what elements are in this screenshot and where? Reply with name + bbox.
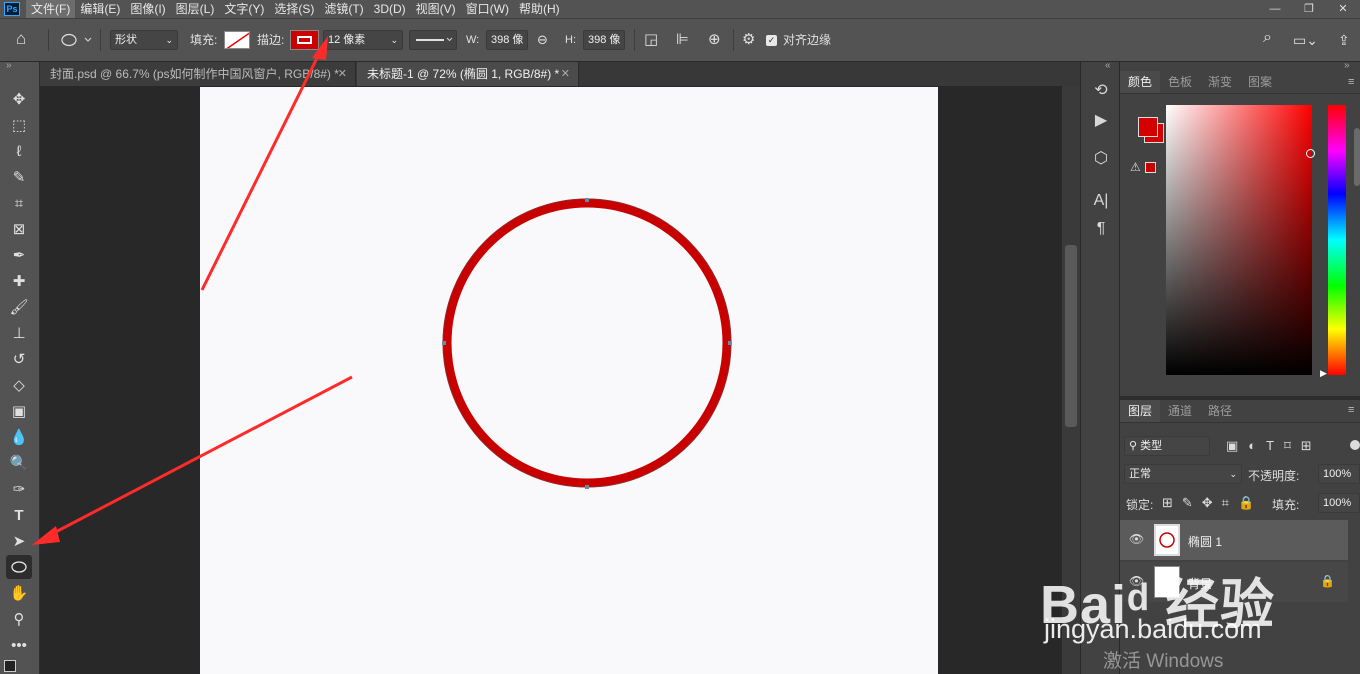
hue-slider[interactable]	[1328, 105, 1346, 375]
scrollbar-thumb[interactable]	[1065, 245, 1077, 427]
filter-kind-value: 类型	[1140, 440, 1163, 452]
paragraph-panel-icon[interactable]: ¶	[1090, 218, 1112, 240]
annotation-arrowhead	[32, 526, 60, 545]
history-panel-icon[interactable]: ⟲	[1090, 80, 1112, 102]
fill-label: 填充:	[1272, 498, 1300, 512]
blend-mode-select[interactable]: 正常 ⌄	[1124, 464, 1242, 484]
anchor-point[interactable]	[442, 341, 446, 345]
annotation-arrow	[200, 51, 322, 291]
foreground-color-swatch[interactable]	[1138, 117, 1158, 137]
color-picker-cursor[interactable]	[1306, 149, 1315, 158]
panel-menu-icon[interactable]: ≡	[1348, 404, 1354, 416]
gamut-swatch[interactable]	[1145, 162, 1156, 173]
layer-thumbnail	[1154, 524, 1180, 556]
activate-windows-notice: 激活 Windows	[1103, 651, 1224, 672]
divider	[1120, 93, 1360, 94]
chevron-down-icon: ⌄	[1229, 469, 1237, 479]
anchor-point[interactable]	[728, 341, 732, 345]
warning-icon: ⚠	[1130, 160, 1141, 174]
ellipse-shape[interactable]	[442, 198, 732, 488]
blend-mode-value: 正常	[1129, 468, 1151, 480]
minimize-button[interactable]: —	[1258, 0, 1292, 18]
layer-filter-icons[interactable]: ▣◐T⌑⊞	[1226, 438, 1322, 454]
tab-channels[interactable]: 通道	[1160, 400, 1200, 422]
close-button[interactable]: ✕	[1326, 0, 1360, 18]
color-picker-field[interactable]	[1166, 105, 1315, 375]
collapse-icon[interactable]: »	[1344, 60, 1350, 71]
lock-icon: 🔒	[1320, 574, 1335, 588]
fill-field[interactable]: 100%	[1318, 493, 1360, 513]
window-controls: — ❐ ✕	[1258, 0, 1360, 18]
actions-panel-icon[interactable]: ▶	[1090, 110, 1112, 132]
tab-paths[interactable]: 路径	[1200, 400, 1240, 422]
share-icon[interactable]: ⇪	[1338, 30, 1350, 50]
3d-panel-icon[interactable]: ⬡	[1090, 148, 1112, 170]
filter-toggle[interactable]	[1350, 440, 1360, 450]
layer-filter-select[interactable]: ⚲ 类型	[1124, 436, 1210, 456]
workspace-icon[interactable]: ▭⌄	[1293, 30, 1318, 50]
divider	[1120, 422, 1360, 423]
lock-icons[interactable]: ⊞✎✥⌗🔒	[1162, 495, 1263, 511]
annotation-arrow	[47, 375, 353, 538]
layer-row-ellipse[interactable]: 👁 椭圆 1	[1120, 520, 1348, 560]
tab-patterns[interactable]: 图案	[1240, 71, 1280, 93]
expand-icon[interactable]: «	[1105, 60, 1111, 71]
annotation-arrowhead	[312, 36, 328, 60]
restore-button[interactable]: ❐	[1292, 0, 1326, 18]
anchor-point[interactable]	[585, 485, 589, 489]
tab-swatches[interactable]: 色板	[1160, 71, 1200, 93]
search-icon[interactable]: ⌕	[1263, 28, 1272, 48]
tab-color[interactable]: 颜色	[1120, 71, 1161, 93]
watermark-url: jingyan.baidu.com	[1044, 614, 1262, 644]
tab-layers[interactable]: 图层	[1120, 400, 1161, 422]
opacity-field[interactable]: 100%	[1318, 464, 1360, 484]
anchor-point[interactable]	[585, 198, 589, 202]
lock-label: 锁定:	[1126, 498, 1154, 512]
character-panel-icon[interactable]: A|	[1090, 190, 1112, 212]
opacity-label: 不透明度:	[1248, 469, 1300, 483]
search-icon: ⚲	[1129, 440, 1141, 452]
layer-name[interactable]: 椭圆 1	[1188, 533, 1222, 550]
hue-slider-thumb[interactable]: ▶	[1320, 368, 1327, 379]
canvas-overlay	[32, 36, 732, 545]
panel-scrollbar[interactable]	[1354, 128, 1360, 186]
eye-icon[interactable]: 👁	[1129, 532, 1144, 546]
panel-menu-icon[interactable]: ≡	[1348, 76, 1354, 88]
tab-gradients[interactable]: 渐变	[1200, 71, 1240, 93]
